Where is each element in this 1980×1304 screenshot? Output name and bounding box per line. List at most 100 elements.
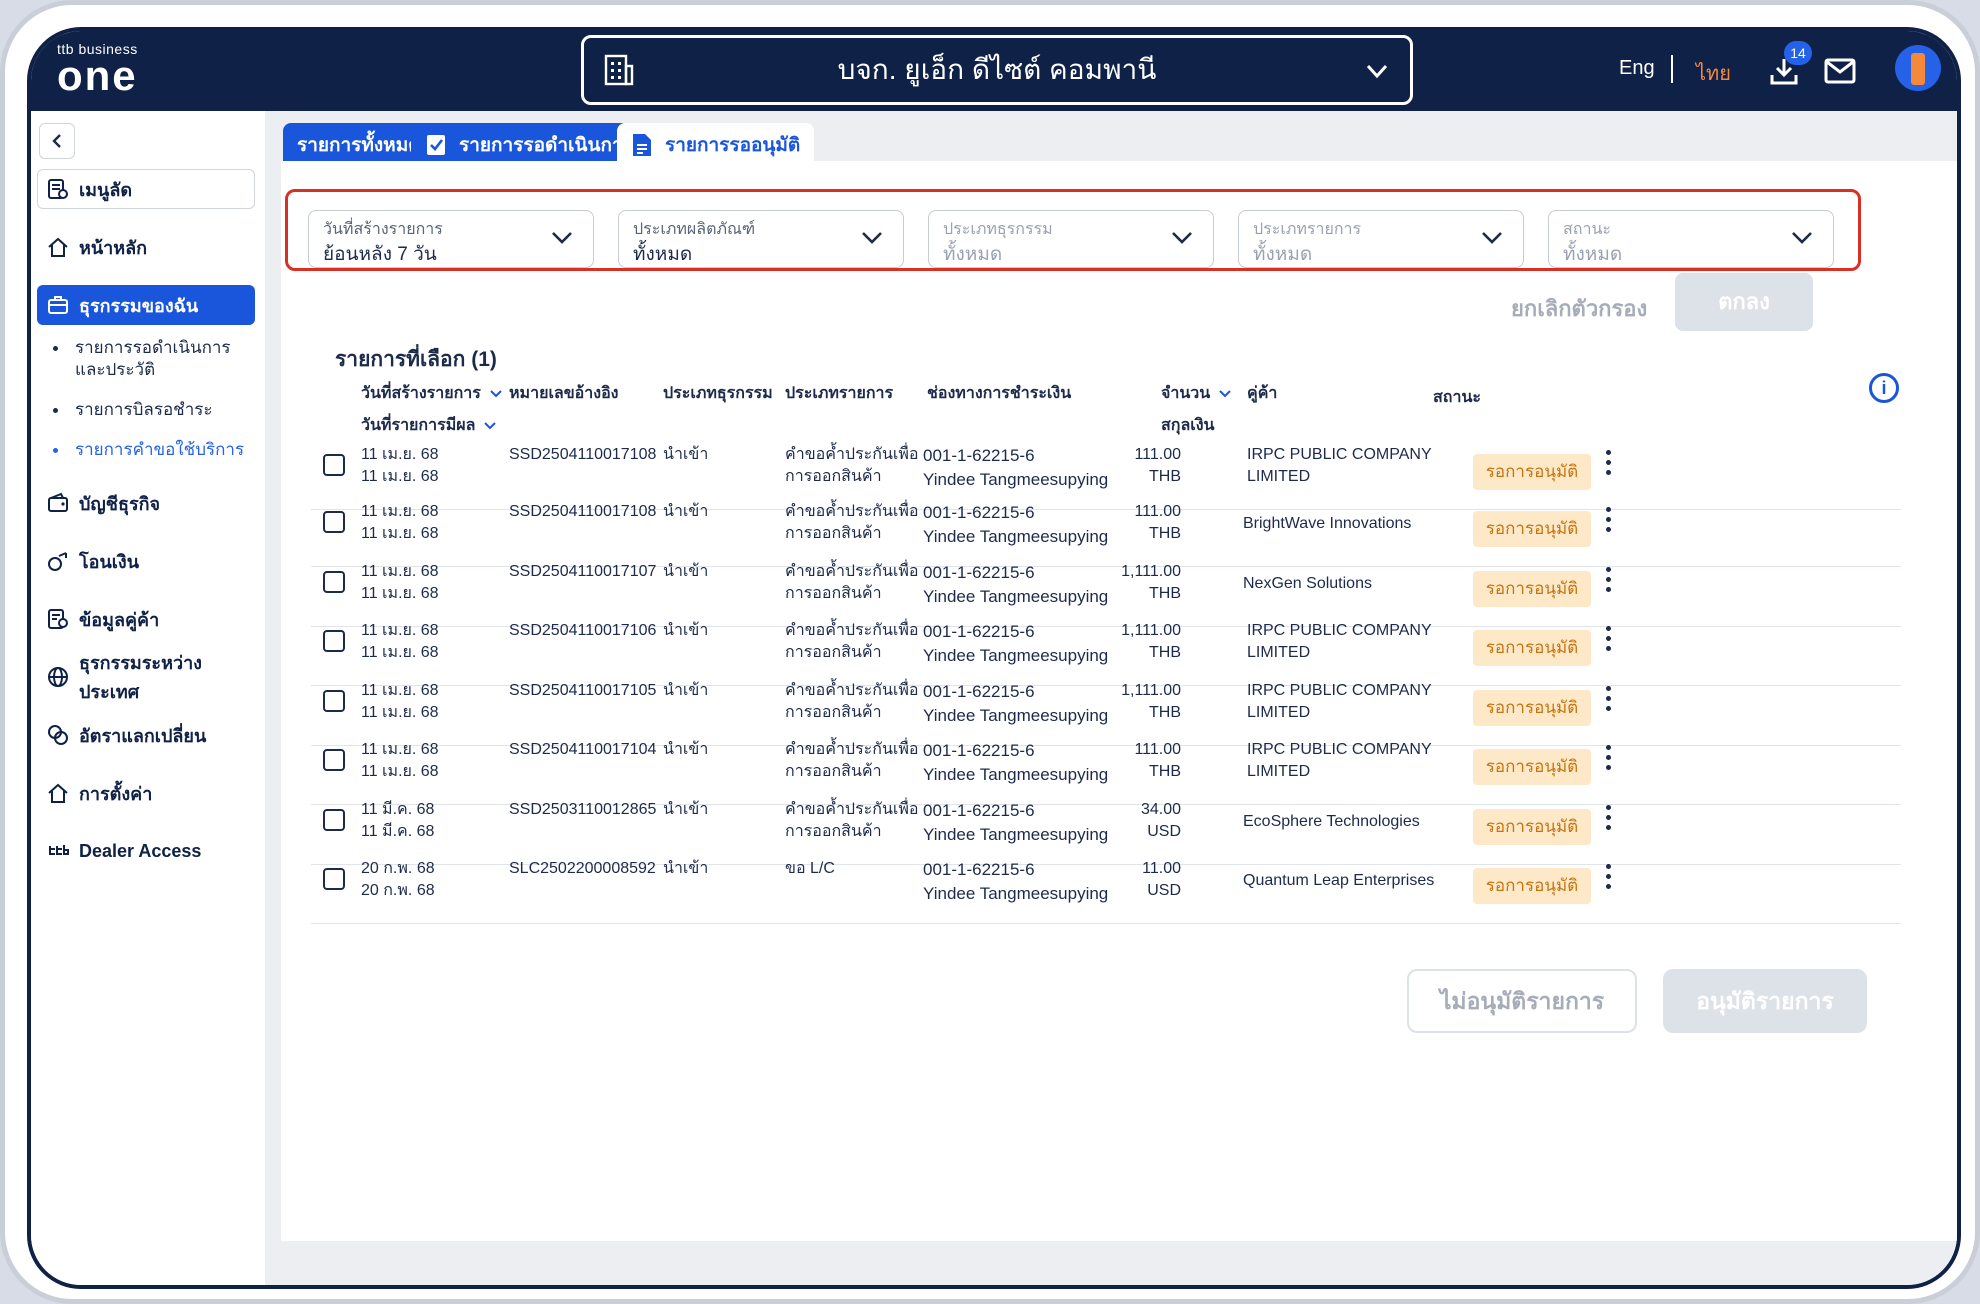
info-icon[interactable]: i	[1869, 373, 1899, 403]
more-options-icon[interactable]	[1603, 864, 1613, 894]
table-row[interactable]: 20 ก.พ. 68 20 ก.พ. 68 SLC2502200008592 นำเข…	[311, 850, 1901, 924]
wallet-icon	[48, 492, 68, 512]
reference-number: SSD2503110012865	[509, 801, 657, 818]
partner-line1: BrightWave Innovations	[1243, 515, 1412, 532]
amount: 34.00 USD	[1101, 799, 1181, 843]
sidebar-item-quick-menu[interactable]: เมนูลัด	[37, 169, 255, 209]
sidebar-subitem-service-requests[interactable]: รายการคำขอใช้บริการ	[53, 439, 255, 461]
more-options-icon[interactable]	[1603, 450, 1613, 480]
amount: 1,111.00 THB	[1101, 561, 1181, 605]
more-options-icon[interactable]	[1603, 626, 1613, 656]
row-checkbox[interactable]	[323, 868, 345, 890]
more-options-icon[interactable]	[1603, 567, 1613, 597]
sidebar-item-label: บัญชีธุรกิจ	[79, 493, 161, 514]
header-item-type: ประเภทรายการ	[785, 385, 894, 402]
briefcase-icon	[48, 296, 68, 314]
amount-value: 111.00	[1134, 503, 1181, 520]
transaction-type: นำเข้า	[663, 860, 709, 877]
sidebar-item-my-transactions[interactable]: ธุรกรรมของฉัน	[37, 285, 255, 325]
clear-filter-button[interactable]: ยกเลิกตัวกรอง	[1511, 291, 1647, 326]
header-amount[interactable]: จำนวน	[1161, 381, 1232, 406]
row-checkbox[interactable]	[323, 511, 345, 533]
approve-button[interactable]: อนุมัติรายการ	[1663, 969, 1867, 1033]
sidebar-item-label: Dealer Access	[79, 840, 202, 861]
created-date: 11 เม.ย. 68	[361, 682, 439, 699]
effective-date: 11 เม.ย. 68	[361, 468, 439, 485]
sidebar-item-exchange-rate[interactable]: อัตราแลกเปลี่ยน	[37, 715, 255, 755]
mail-icon[interactable]	[1824, 57, 1856, 85]
account-name: Yindee Tangmeesupying	[923, 646, 1109, 665]
amount-value: 111.00	[1134, 446, 1181, 463]
globe-icon	[48, 667, 68, 687]
partner-icon	[48, 609, 68, 629]
document-icon	[633, 134, 651, 156]
sidebar-item-label: การตั้งค่า	[79, 783, 153, 804]
avatar[interactable]	[1895, 45, 1941, 91]
item-type-line1: คำขอค้ำประกันเพื่อ	[785, 741, 919, 758]
brand-logo[interactable]: ttb business one	[57, 41, 138, 97]
reference-number: SSD2504110017108	[509, 503, 657, 520]
partner-line2: LIMITED	[1247, 763, 1311, 780]
created-date: 11 เม.ย. 68	[361, 503, 439, 520]
collapse-sidebar-button[interactable]	[39, 123, 75, 159]
sidebar-item-dealer-access[interactable]: Dealer Access	[37, 831, 255, 871]
currency: THB	[1149, 525, 1181, 542]
lang-thai[interactable]: ไทย	[1696, 57, 1731, 89]
partner-line1: IRPC PUBLIC COMPANY	[1247, 741, 1432, 758]
effective-date: 11 เม.ย. 68	[361, 704, 439, 721]
transaction-type: นำเข้า	[663, 622, 709, 639]
filter-status[interactable]: สถานะ ทั้งหมด	[1548, 210, 1834, 268]
filter-product-type[interactable]: ประเภทผลิตภัณฑ์ ทั้งหมด	[618, 210, 904, 268]
status-badge: รอการอนุมัติ	[1473, 868, 1591, 904]
row-checkbox[interactable]	[323, 454, 345, 476]
item-type-line1: คำขอค้ำประกันเพื่อ	[785, 446, 919, 463]
ok-button[interactable]: ตกลง	[1675, 273, 1813, 331]
row-checkbox[interactable]	[323, 690, 345, 712]
reject-button[interactable]: ไม่อนุมัติรายการ	[1407, 969, 1637, 1033]
exchange-icon	[48, 725, 68, 745]
filter-item-type[interactable]: ประเภทรายการ ทั้งหมด	[1238, 210, 1524, 268]
item-type-line1: คำขอค้ำประกันเพื่อ	[785, 622, 919, 639]
more-options-icon[interactable]	[1603, 686, 1613, 716]
item-type-line2: การออกสินค้า	[785, 763, 882, 780]
header-created-date[interactable]: วันที่สร้างรายการ	[361, 381, 503, 406]
more-options-icon[interactable]	[1603, 745, 1613, 775]
account-name: Yindee Tangmeesupying	[923, 765, 1109, 784]
row-checkbox[interactable]	[323, 571, 345, 593]
header-effective-date[interactable]: วันที่รายการมีผล	[361, 413, 497, 438]
sidebar-item-home[interactable]: หน้าหลัก	[37, 227, 255, 267]
sidebar-item-transfer[interactable]: โอนเงิน	[37, 541, 255, 581]
item-type-line2: การออกสินค้า	[785, 525, 882, 542]
company-selector[interactable]: บจก. ยูเอ็ก ดีไซต์ คอมพานี	[581, 35, 1413, 105]
sidebar-item-international[interactable]: ธุรกรรมระหว่างประเทศ	[37, 653, 255, 702]
item-type-line1: คำขอค้ำประกันเพื่อ	[785, 682, 919, 699]
more-options-icon[interactable]	[1603, 507, 1613, 537]
lang-eng[interactable]: Eng	[1619, 57, 1655, 80]
lang-divider	[1671, 55, 1673, 83]
download-badge: 14	[1784, 41, 1812, 65]
sidebar-subitem-pending-history[interactable]: รายการรอดำเนินการ และประวัติ	[53, 337, 255, 381]
effective-date: 11 มี.ค. 68	[361, 823, 435, 840]
partner-line1: NexGen Solutions	[1243, 575, 1372, 592]
row-checkbox[interactable]	[323, 630, 345, 652]
chevron-down-icon	[1792, 232, 1812, 244]
filter-transaction-type[interactable]: ประเภทธุรกรรม ทั้งหมด	[928, 210, 1214, 268]
currency: THB	[1149, 585, 1181, 602]
more-options-icon[interactable]	[1603, 805, 1613, 835]
row-checkbox[interactable]	[323, 749, 345, 771]
sidebar-item-partner-info[interactable]: ข้อมูลคู่ค้า	[37, 599, 255, 639]
account-number: 001-1-62215-6	[923, 563, 1035, 582]
sidebar-item-business-account[interactable]: บัญชีธุรกิจ	[37, 483, 255, 523]
transaction-type: นำเข้า	[663, 682, 709, 699]
item-type-line2: การออกสินค้า	[785, 644, 882, 661]
account-number: 001-1-62215-6	[923, 622, 1035, 641]
account-number: 001-1-62215-6	[923, 860, 1035, 879]
avatar-mark	[1911, 53, 1925, 85]
status-badge: รอการอนุมัติ	[1473, 809, 1591, 845]
item-type: คำขอค้ำประกันเพื่อการออกสินค้า	[785, 620, 919, 664]
sidebar-subitem-bills[interactable]: รายการบิลรอชำระ	[53, 399, 255, 421]
filter-created-date[interactable]: วันที่สร้างรายการ ย้อนหลัง 7 วัน	[308, 210, 594, 268]
sidebar-item-settings[interactable]: การตั้งค่า	[37, 773, 255, 813]
row-checkbox[interactable]	[323, 809, 345, 831]
partner-line1: IRPC PUBLIC COMPANY	[1247, 622, 1432, 639]
